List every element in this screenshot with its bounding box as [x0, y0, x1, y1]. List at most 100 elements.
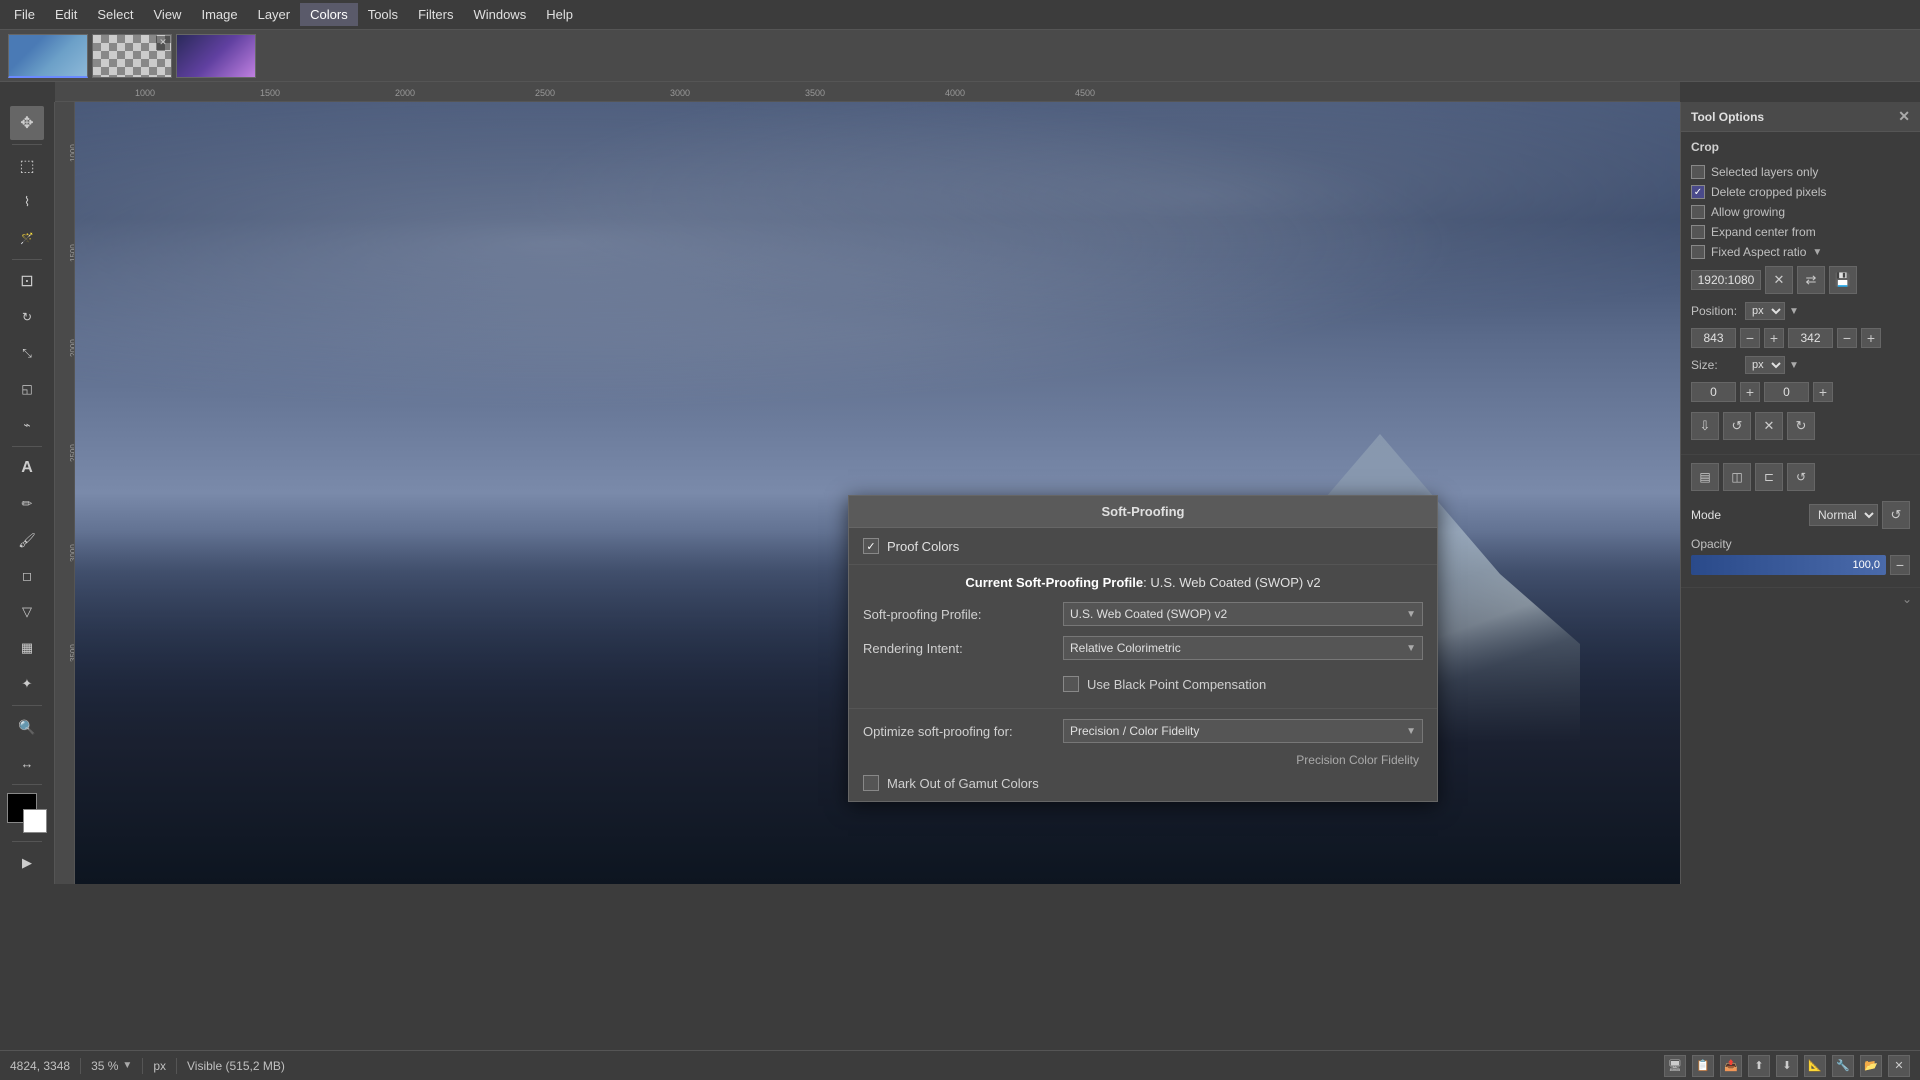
menu-edit[interactable]: Edit [45, 3, 87, 26]
redo-btn[interactable]: ↻ [1787, 412, 1815, 440]
delete-cropped-checkbox[interactable] [1691, 185, 1705, 199]
position-unit-arrow[interactable]: ▼ [1789, 306, 1799, 317]
swap-dimension-btn[interactable]: ⇄ [1797, 266, 1825, 294]
menu-windows[interactable]: Windows [463, 3, 536, 26]
tab-3[interactable] [176, 34, 256, 78]
tool-lasso[interactable]: ⌇ [10, 185, 44, 219]
background-color[interactable] [23, 809, 47, 833]
status-icon-9[interactable]: ✕ [1888, 1055, 1910, 1077]
layers-btn[interactable]: ▤ [1691, 463, 1719, 491]
size-y-plus[interactable]: + [1813, 382, 1833, 402]
tool-rotate[interactable]: ↻ [10, 300, 44, 334]
tab-close-2[interactable]: ✕ [156, 36, 170, 50]
dimension-input[interactable] [1691, 270, 1761, 290]
tool-shear[interactable]: ◱ [10, 372, 44, 406]
pos-x-minus[interactable]: − [1740, 328, 1760, 348]
profile-label: Soft-proofing Profile: [863, 607, 1063, 622]
size-unit-arrow[interactable]: ▼ [1789, 360, 1799, 371]
precision-label-area: Precision Color Fidelity [863, 753, 1423, 767]
status-icon-8[interactable]: 📂 [1860, 1055, 1882, 1077]
size-y-input[interactable] [1764, 382, 1809, 402]
toolbar-separator-6 [12, 841, 42, 842]
gamut-checkbox[interactable] [863, 775, 879, 791]
status-icon-6[interactable]: 📐 [1804, 1055, 1826, 1077]
proof-colors-label: Proof Colors [887, 539, 959, 554]
menu-filters[interactable]: Filters [408, 3, 463, 26]
tool-text[interactable]: A [10, 451, 44, 485]
size-x-input[interactable] [1691, 382, 1736, 402]
tab-2[interactable]: ✕ [92, 34, 172, 78]
history-btn[interactable]: ↺ [1787, 463, 1815, 491]
tool-warp[interactable]: ⌁ [10, 408, 44, 442]
tool-move[interactable]: ✥ [10, 106, 44, 140]
pos-y-input[interactable] [1788, 328, 1833, 348]
ruler-tick-2000: 2000 [395, 88, 415, 98]
position-unit-select[interactable]: px [1745, 302, 1785, 320]
tab-1[interactable] [8, 34, 88, 78]
tool-heal[interactable]: ✦ [10, 667, 44, 701]
menu-select[interactable]: Select [87, 3, 143, 26]
soft-proofing-dialog: Soft-Proofing Proof Colors Current Soft-… [848, 495, 1438, 802]
size-unit-select[interactable]: px [1745, 356, 1785, 374]
left-toolbar: ✥ ⬚ ⌇ 🪄 ⊡ ↻ ⤡ ◱ ⌁ A ✏ 🖌 ◻ ▽ ▦ ✦ 🔍 ↔ ▶ [0, 102, 55, 884]
status-icon-3[interactable]: 📤 [1720, 1055, 1742, 1077]
tool-scale[interactable]: ⤡ [10, 336, 44, 370]
menu-file[interactable]: File [4, 3, 45, 26]
apply-btn[interactable]: ⇩ [1691, 412, 1719, 440]
tool-options-close[interactable]: ✕ [1898, 108, 1910, 125]
tool-pencil[interactable]: ✏ [10, 487, 44, 521]
selected-layers-checkbox[interactable] [1691, 165, 1705, 179]
menu-image[interactable]: Image [191, 3, 247, 26]
paths-btn[interactable]: ⊏ [1755, 463, 1783, 491]
status-icon-4[interactable]: ⬆ [1748, 1055, 1770, 1077]
tool-selection[interactable]: ⬚ [10, 149, 44, 183]
clear-dimension-btn[interactable]: ✕ [1765, 266, 1793, 294]
expand-center-checkbox[interactable] [1691, 225, 1705, 239]
tabs-bar: ✕ [0, 30, 1920, 82]
fixed-aspect-checkbox[interactable] [1691, 245, 1705, 259]
tool-gradient[interactable]: ▦ [10, 631, 44, 665]
status-icon-2[interactable]: 📋 [1692, 1055, 1714, 1077]
pos-x-plus[interactable]: + [1764, 328, 1784, 348]
black-point-checkbox[interactable] [1063, 676, 1079, 692]
soft-proofing-title: Soft-Proofing [849, 496, 1437, 528]
mode-select[interactable]: Normal [1809, 504, 1878, 526]
ruler-vertical: 1000 1500 2000 2500 3000 3500 [55, 102, 75, 884]
channels-btn[interactable]: ◫ [1723, 463, 1751, 491]
pos-y-minus[interactable]: − [1837, 328, 1857, 348]
tool-fuzzy-select[interactable]: 🪄 [10, 221, 44, 255]
menu-view[interactable]: View [144, 3, 192, 26]
status-icon-5[interactable]: ⬇ [1776, 1055, 1798, 1077]
proof-colors-checkbox[interactable] [863, 538, 879, 554]
allow-growing-checkbox[interactable] [1691, 205, 1705, 219]
tool-fill[interactable]: ▽ [10, 595, 44, 629]
menu-colors[interactable]: Colors [300, 3, 358, 26]
size-x-plus[interactable]: + [1740, 382, 1760, 402]
opacity-slider[interactable]: 100,0 [1691, 555, 1886, 575]
tool-eraser[interactable]: ◻ [10, 559, 44, 593]
tool-measure[interactable]: ↔ [10, 746, 44, 780]
rendering-select[interactable]: Relative Colorimetric ▼ [1063, 636, 1423, 660]
reset-btn[interactable]: ↺ [1723, 412, 1751, 440]
profile-select[interactable]: U.S. Web Coated (SWOP) v2 ▼ [1063, 602, 1423, 626]
opacity-minus[interactable]: − [1890, 555, 1910, 575]
save-dimension-btn[interactable]: 💾 [1829, 266, 1857, 294]
status-icon-1[interactable]: 🖥 [1664, 1055, 1686, 1077]
fixed-aspect-arrow[interactable]: ▼ [1812, 247, 1822, 258]
zoom-down-arrow[interactable]: ▼ [122, 1060, 132, 1071]
tool-paintbrush[interactable]: 🖌 [10, 523, 44, 557]
pos-x-input[interactable] [1691, 328, 1736, 348]
menu-help[interactable]: Help [536, 3, 583, 26]
optimize-select[interactable]: Precision / Color Fidelity ▼ [1063, 719, 1423, 743]
pos-y-plus[interactable]: + [1861, 328, 1881, 348]
cancel-btn[interactable]: ✕ [1755, 412, 1783, 440]
menu-tools[interactable]: Tools [358, 3, 408, 26]
color-selector[interactable] [7, 793, 47, 833]
status-icon-7[interactable]: 🔧 [1832, 1055, 1854, 1077]
tool-scroll[interactable]: ▶ [10, 846, 44, 880]
tool-zoom[interactable]: 🔍 [10, 710, 44, 744]
mode-reset-btn[interactable]: ↺ [1882, 501, 1910, 529]
dimension-row: ✕ ⇄ 💾 [1691, 262, 1910, 298]
menu-layer[interactable]: Layer [248, 3, 301, 26]
tool-crop[interactable]: ⊡ [10, 264, 44, 298]
